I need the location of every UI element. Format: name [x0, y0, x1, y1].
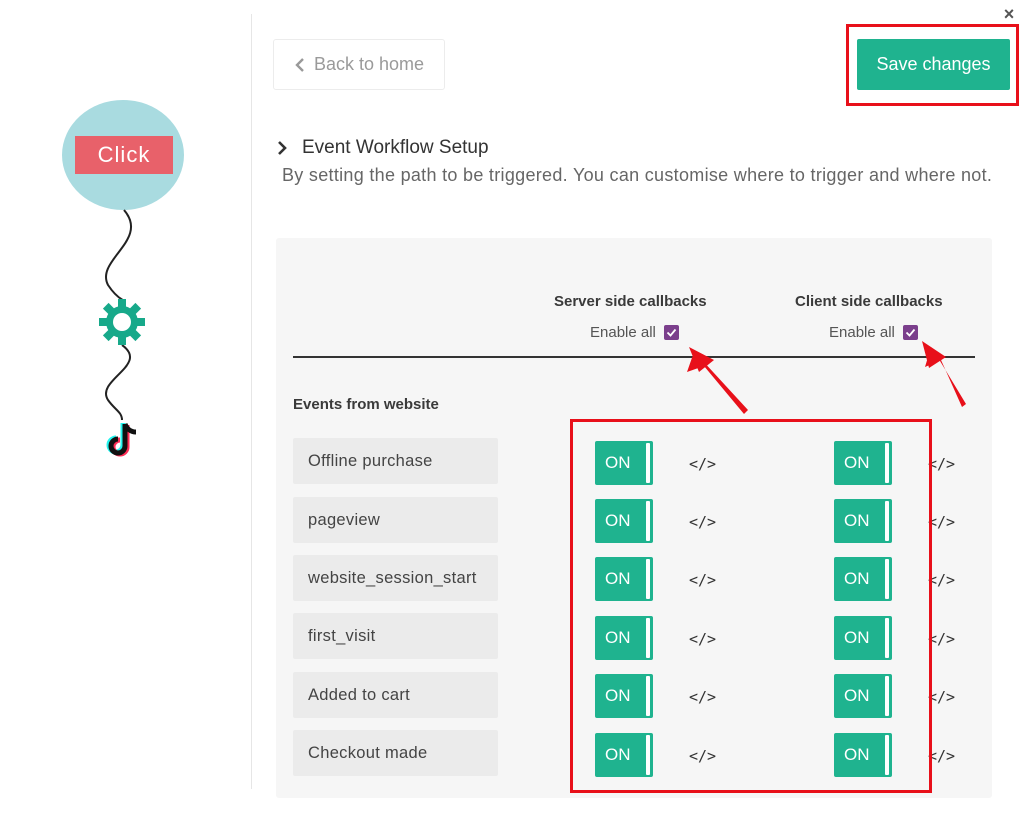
arrow-icon [687, 347, 748, 414]
annotation-arrows [687, 341, 966, 414]
app-window: Click × Back to home Save changes Event … [0, 0, 1024, 819]
arrow-icon [922, 341, 966, 407]
